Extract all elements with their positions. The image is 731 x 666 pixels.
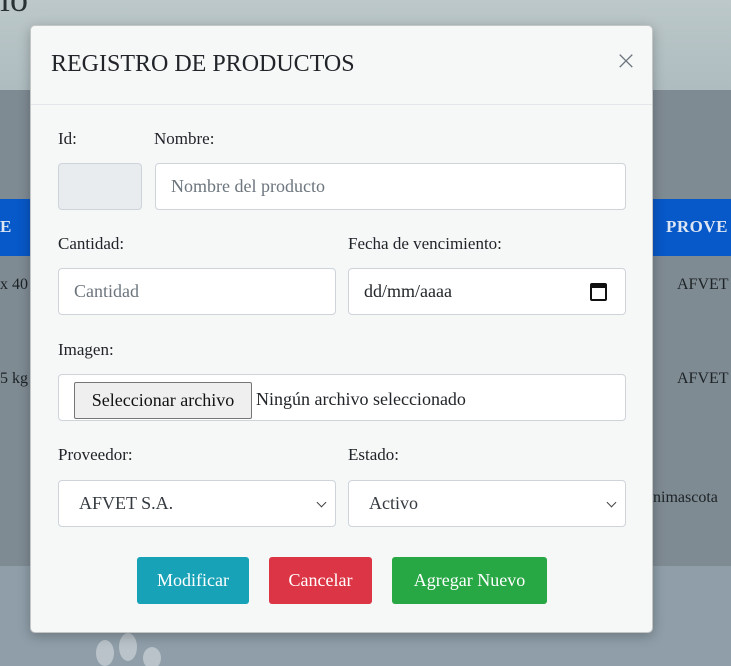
fecha-label: Fecha de vencimiento: (348, 234, 502, 253)
cantidad-input[interactable]: Cantidad (58, 268, 336, 315)
table-cell: nimascota (653, 489, 718, 506)
imagen-file-input[interactable]: Seleccionar archivo Ningún archivo selec… (58, 374, 626, 421)
nombre-input[interactable]: Nombre del producto (155, 163, 626, 210)
proveedor-selected: AFVET S.A. (79, 493, 174, 513)
table-cell: x 40 (0, 276, 28, 293)
close-icon[interactable]: × (614, 47, 638, 75)
chevron-down-icon (606, 497, 617, 508)
id-field (58, 163, 142, 210)
estado-select[interactable]: Activo (348, 480, 626, 527)
select-file-button[interactable]: Seleccionar archivo (74, 382, 252, 419)
imagen-label: Imagen: (58, 340, 114, 359)
modificar-button[interactable]: Modificar (137, 557, 249, 604)
cantidad-placeholder: Cantidad (74, 281, 139, 301)
table-header-proveedor: PROVE (666, 217, 728, 236)
chevron-down-icon (316, 497, 327, 508)
table-header-left: E (0, 217, 12, 236)
background-heading: io (0, 0, 28, 20)
proveedor-label: Proveedor: (58, 445, 133, 464)
cancelar-button[interactable]: Cancelar (269, 557, 372, 604)
table-cell: AFVET (677, 370, 729, 387)
id-label: Id: (58, 129, 77, 148)
modal-header: REGISTRO DE PRODUCTOS × (31, 26, 652, 105)
table-cell: AFVET (677, 276, 729, 293)
estado-selected: Activo (369, 493, 418, 513)
nombre-placeholder: Nombre del producto (171, 176, 325, 196)
proveedor-select[interactable]: AFVET S.A. (58, 480, 336, 527)
file-status: Ningún archivo seleccionado (256, 389, 466, 409)
nombre-label: Nombre: (154, 129, 215, 148)
agregar-nuevo-button[interactable]: Agregar Nuevo (392, 557, 547, 604)
fecha-placeholder: dd/mm/aaaa (364, 281, 452, 301)
product-registration-modal: REGISTRO DE PRODUCTOS × Id: Nombre: Nomb… (30, 25, 653, 633)
table-cell: 5 kg (0, 370, 28, 387)
fecha-input[interactable]: dd/mm/aaaa (348, 268, 626, 315)
estado-label: Estado: (348, 445, 399, 464)
calendar-icon[interactable] (590, 283, 607, 301)
modal-title: REGISTRO DE PRODUCTOS (51, 51, 355, 77)
cantidad-label: Cantidad: (58, 234, 125, 253)
